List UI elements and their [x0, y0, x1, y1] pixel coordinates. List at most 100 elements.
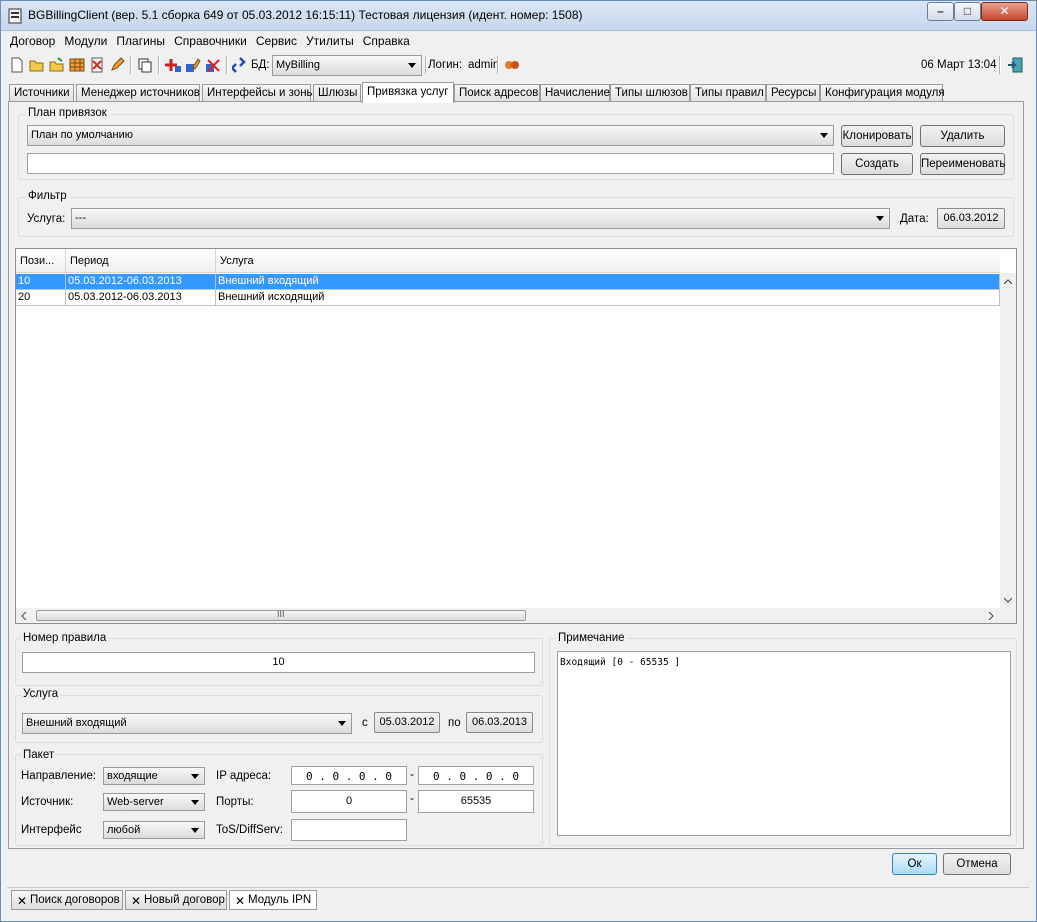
tab-address-search[interactable]: Поиск адресов [454, 84, 540, 102]
tab-service-binding[interactable]: Привязка услуг [362, 82, 454, 103]
source-label: Источник: [21, 796, 74, 808]
interface-select[interactable]: любой [103, 821, 205, 839]
scroll-right-icon[interactable] [988, 612, 994, 620]
doc-tab-contract-search[interactable]: ✕ Поиск договоров [11, 890, 123, 910]
title-bar[interactable]: BGBillingClient (вер. 5.1 сборка 649 от … [1, 1, 1036, 31]
maximize-button[interactable]: □ [954, 2, 981, 21]
vertical-scrollbar[interactable] [1000, 273, 1016, 609]
bindings-table: Пози... Период Услуга 10 05.03.2012-06.0… [15, 248, 1017, 624]
tab-source-manager[interactable]: Менеджер источников [76, 84, 200, 102]
close-icon[interactable]: ✕ [131, 894, 141, 908]
scroll-thumb[interactable]: III [36, 609, 526, 621]
ip-to-input[interactable]: 0 . 0 . 0 . 0 [418, 766, 534, 785]
window-title: BGBillingClient (вер. 5.1 сборка 649 от … [28, 8, 583, 22]
clock-display: 06 Март 13:04 [921, 59, 997, 71]
tos-label: ToS/DiffServ: [216, 824, 283, 836]
edit-rule-icon[interactable] [185, 57, 201, 73]
source-select[interactable]: Web-server [103, 793, 205, 811]
menu-plaginy[interactable]: Плагины [113, 32, 168, 50]
refresh-icon[interactable] [232, 57, 248, 73]
plan-select[interactable]: План по умолчанию [27, 125, 834, 146]
tab-rule-types[interactable]: Типы правил [690, 84, 766, 102]
close-icon[interactable]: ✕ [17, 894, 27, 908]
delete-button[interactable]: Удалить [920, 125, 1005, 147]
menu-spravochniki[interactable]: Справочники [171, 32, 250, 50]
menu-spravka[interactable]: Справка [360, 32, 413, 50]
disconnect-icon[interactable] [504, 57, 520, 73]
menu-bar: Договор Модули Плагины Справочники Серви… [7, 32, 1030, 50]
column-service[interactable]: Услуга [216, 249, 1000, 273]
to-date-field[interactable]: 06.03.2013 [466, 712, 533, 733]
filter-service-select[interactable]: --- [71, 208, 890, 229]
table-row[interactable]: 10 05.03.2012-06.03.2013 Внешний входящи… [16, 274, 1000, 290]
filter-service-label: Услуга: [27, 213, 66, 225]
filter-date-label: Дата: [900, 213, 929, 225]
horizontal-scrollbar[interactable]: III [16, 608, 1016, 623]
column-period[interactable]: Период [66, 249, 216, 273]
cancel-button[interactable]: Отмена [943, 853, 1011, 875]
interface-label: Интерфейс [21, 824, 82, 836]
rule-group-title: Номер правила [21, 632, 109, 644]
chevron-down-icon [191, 800, 199, 805]
service-select[interactable]: Внешний входящий [22, 713, 352, 734]
port-from-input[interactable]: 0 [291, 790, 407, 813]
from-date-field[interactable]: 05.03.2012 [374, 712, 440, 733]
port-dash: - [410, 793, 414, 805]
close-window-button[interactable]: ✕ [981, 2, 1028, 21]
tos-input[interactable] [291, 819, 407, 841]
chevron-down-icon [338, 721, 346, 726]
menu-servis[interactable]: Сервис [253, 32, 300, 50]
delete-document-icon[interactable] [89, 57, 105, 73]
app-window: BGBillingClient (вер. 5.1 сборка 649 от … [0, 0, 1037, 922]
remove-rule-icon[interactable] [205, 57, 221, 73]
doc-tab-new-contract[interactable]: ✕ Новый договор [125, 890, 227, 910]
table-icon[interactable] [69, 57, 85, 73]
packet-group-title: Пакет [21, 749, 57, 761]
scroll-left-icon[interactable] [21, 612, 27, 620]
rule-number-input[interactable]: 10 [22, 652, 535, 673]
port-to-input[interactable]: 65535 [418, 790, 534, 813]
menu-dogovor[interactable]: Договор [7, 32, 58, 50]
doc-tab-ipn-module[interactable]: ✕ Модуль IPN [229, 890, 317, 910]
scroll-up-icon[interactable] [1004, 279, 1012, 285]
tab-gateway-types[interactable]: Типы шлюзов [610, 84, 690, 102]
minimize-button[interactable]: – [927, 2, 954, 21]
direction-select[interactable]: входящие [103, 767, 205, 785]
open-folder-alt-icon[interactable] [49, 57, 65, 73]
tab-sources[interactable]: Источники [9, 84, 74, 102]
plan-name-input[interactable] [27, 153, 834, 174]
filter-date-field[interactable]: 06.03.2012 [937, 208, 1005, 229]
new-document-icon[interactable] [9, 57, 25, 73]
chevron-down-icon [191, 828, 199, 833]
toolbar: БД: MyBilling Логин: admin 06 Март 13:04 [7, 53, 1030, 77]
app-icon [8, 8, 22, 24]
rename-button[interactable]: Переименовать [920, 153, 1005, 175]
copy-icon[interactable] [137, 57, 153, 73]
exit-icon[interactable] [1007, 57, 1023, 73]
menu-utility[interactable]: Утилиты [303, 32, 357, 50]
scroll-down-icon[interactable] [1004, 597, 1012, 603]
to-label: по [448, 717, 461, 729]
edit-pencil-icon[interactable] [109, 57, 125, 73]
menu-moduli[interactable]: Модули [61, 32, 110, 50]
db-select[interactable]: MyBilling [272, 55, 422, 76]
ip-label: IP адреса: [216, 770, 272, 782]
open-folder-icon[interactable] [29, 57, 45, 73]
table-row[interactable]: 20 05.03.2012-06.03.2013 Внешний исходящ… [16, 290, 1000, 306]
tab-charging[interactable]: Начисление [540, 84, 610, 102]
ip-from-input[interactable]: 0 . 0 . 0 . 0 [291, 766, 407, 785]
ok-button[interactable]: Ок [892, 853, 937, 875]
login-label: Логин: [428, 59, 463, 71]
tab-module-config[interactable]: Конфигурация модуля [820, 84, 945, 102]
tab-interfaces-zones[interactable]: Интерфейсы и зоны [202, 84, 315, 102]
add-rule-icon[interactable] [165, 57, 181, 73]
tab-gateways[interactable]: Шлюзы [313, 84, 361, 102]
clone-button[interactable]: Клонировать [841, 125, 913, 147]
tab-resources[interactable]: Ресурсы [766, 84, 820, 102]
service-group-title: Услуга [21, 688, 61, 700]
note-textarea[interactable]: Входящий [0 - 65535 ] [557, 651, 1011, 836]
close-icon[interactable]: ✕ [235, 894, 245, 908]
column-position[interactable]: Пози... [16, 249, 66, 273]
create-button[interactable]: Создать [841, 153, 913, 175]
from-label: с [362, 717, 368, 729]
